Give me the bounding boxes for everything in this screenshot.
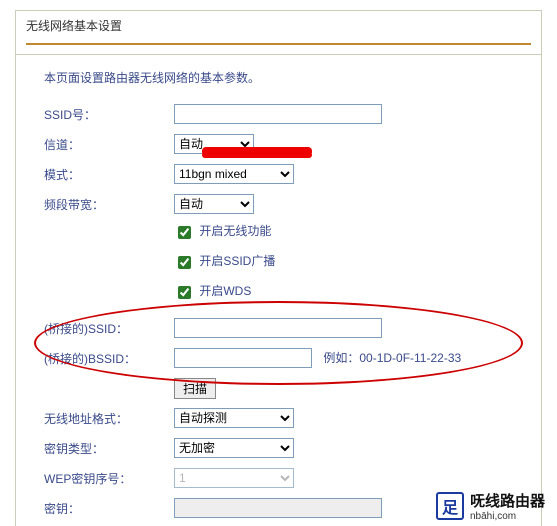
key-input (174, 498, 382, 518)
key-type-select[interactable]: 无加密 (174, 438, 294, 458)
mode-select[interactable]: 11bgn mixed (174, 164, 294, 184)
logo-icon: 足 (436, 492, 464, 520)
bridge-ssid-input[interactable] (174, 318, 382, 338)
enable-wds-label: 开启WDS (199, 284, 251, 298)
bridge-bssid-label: (桥接的)BSSID： (44, 350, 174, 367)
key-label: 密钥： (44, 500, 174, 517)
scan-button[interactable]: 扫描 (174, 378, 216, 399)
mode-label: 模式： (44, 166, 174, 183)
enable-wds-checkbox[interactable] (178, 286, 191, 299)
bandwidth-label: 频段带宽： (44, 196, 174, 213)
enable-wireless-label: 开启无线功能 (199, 224, 271, 238)
bssid-hint: 例如：00-1D-0F-11-22-33 (323, 351, 461, 365)
key-type-label: 密钥类型： (44, 440, 174, 457)
enable-wireless-checkbox[interactable] (178, 226, 191, 239)
addr-format-select[interactable]: 自动探测 (174, 408, 294, 428)
redaction-mark (202, 152, 312, 158)
bandwidth-select[interactable]: 自动 (174, 194, 254, 214)
wep-index-select: 1 (174, 468, 294, 488)
domain-text: nbāhi,com (470, 511, 545, 522)
panel-title-text: 无线网络基本设置 (26, 19, 122, 33)
intro-text: 本页面设置路由器无线网络的基本参数。 (44, 69, 523, 86)
panel-title: 无线网络基本设置 (16, 11, 541, 55)
channel-label: 信道： (44, 136, 174, 153)
ssid-input[interactable] (174, 104, 382, 124)
bridge-bssid-input[interactable] (174, 348, 312, 368)
brand-text: 呒线路由器 (470, 493, 545, 510)
footer-watermark: 足 呒线路由器 nbāhi,com (436, 490, 545, 522)
settings-panel: 无线网络基本设置 本页面设置路由器无线网络的基本参数。 SSID号： 信道： 自… (15, 10, 542, 526)
enable-ssid-label: 开启SSID广播 (199, 254, 275, 268)
highlight-ellipse (34, 301, 523, 385)
addr-format-label: 无线地址格式： (44, 410, 174, 427)
panel-body: 本页面设置路由器无线网络的基本参数。 SSID号： 信道： 自动 模式： (16, 55, 541, 526)
enable-ssid-broadcast-checkbox[interactable] (178, 256, 191, 269)
ssid-label: SSID号： (44, 106, 174, 123)
wep-index-label: WEP密钥序号： (44, 470, 174, 487)
bridge-ssid-label: (桥接的)SSID： (44, 320, 174, 337)
